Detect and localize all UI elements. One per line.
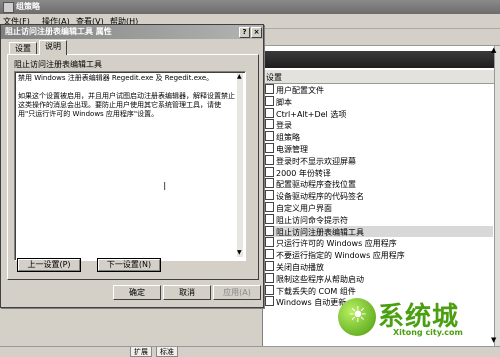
setting-item-icon: [265, 202, 274, 212]
apply-button[interactable]: 应用(A): [213, 285, 261, 300]
list-item-label: 阻止访问命令提示符: [276, 215, 348, 225]
setting-item-icon: [265, 190, 274, 201]
list-item[interactable]: 登录时不显示欢迎屏幕: [265, 154, 493, 166]
ok-button[interactable]: 确定: [113, 285, 161, 300]
list-item-label: 2000 年份转译: [276, 168, 331, 178]
setting-item-icon: [265, 143, 274, 153]
app-icon: [3, 2, 14, 13]
setting-item-icon: [265, 154, 274, 165]
list-item[interactable]: 组策略: [265, 131, 493, 142]
list-item-label: 下载丢失的 COM 组件: [276, 286, 356, 296]
scroll-up-icon[interactable]: ▲: [491, 46, 496, 54]
dialog-title: 阻止访问注册表编辑工具 属性: [5, 27, 112, 36]
watermark-url: Xitong city.com: [393, 328, 463, 337]
list-item[interactable]: 限制这些程序从帮助启动: [265, 272, 493, 284]
list-item[interactable]: 只运行许可的 Windows 应用程序: [265, 237, 493, 248]
list-item-label: 只运行许可的 Windows 应用程序: [276, 239, 397, 249]
close-icon[interactable]: ×: [251, 27, 262, 38]
watermark-logo-icon: ☀: [338, 298, 376, 336]
setting-item-icon: [265, 237, 274, 248]
tab-standard[interactable]: 标准: [156, 347, 178, 357]
cancel-button[interactable]: 取消: [163, 285, 211, 300]
tab-extended[interactable]: 扩展: [130, 347, 152, 357]
list-item[interactable]: 电源管理: [265, 143, 493, 154]
setting-item-icon: [265, 284, 274, 295]
list-item-label: 电源管理: [276, 145, 308, 154]
list-item-label: 组策略: [276, 133, 300, 143]
explain-text-box[interactable]: 禁用 Windows 注册表编辑器 Regedit.exe 及 Regedit.…: [14, 71, 246, 261]
list-item[interactable]: 配置驱动程序查找位置: [265, 178, 493, 189]
screen: 组策略 文件(F) 操作(A) 查看(V) 帮助(H) ◀ ▶ 设置 用户配置文…: [0, 0, 500, 357]
column-header-settings[interactable]: 设置: [263, 70, 495, 84]
setting-item-icon: [265, 213, 274, 224]
setting-item-icon: [265, 249, 274, 260]
list-item-label: 用户配置文件: [276, 86, 324, 95]
list-item[interactable]: 登录: [265, 119, 493, 130]
explain-tab-panel: 阻止访问注册表编辑工具 禁用 Windows 注册表编辑器 Regedit.ex…: [7, 54, 259, 280]
setting-item-icon: [265, 296, 274, 307]
list-item-label: 自定义用户界面: [276, 204, 332, 213]
vertical-scrollbar[interactable]: [494, 46, 500, 346]
policy-properties-dialog: 阻止访问注册表编辑工具 属性 ? × 设置 说明 阻止访问注册表编辑工具 禁用 …: [0, 24, 264, 308]
setting-item-icon: [265, 107, 274, 118]
pane-header-band: [263, 51, 495, 68]
main-window-title: 组策略: [16, 2, 40, 11]
list-item-label: Ctrl+Alt+Del 选项: [276, 109, 347, 119]
setting-item-icon: [265, 166, 274, 177]
list-item-label: 配置驱动程序查找位置: [276, 180, 356, 190]
list-item[interactable]: 下载丢失的 COM 组件: [265, 284, 493, 296]
main-title-bar: 组策略: [0, 0, 500, 14]
list-item[interactable]: 2000 年份转译: [265, 166, 493, 178]
list-item[interactable]: 不要运行指定的 Windows 应用程序: [265, 249, 493, 260]
explain-scroll-up-icon[interactable]: ▲: [237, 73, 242, 80]
list-item-label: 不要运行指定的 Windows 应用程序: [276, 251, 405, 261]
previous-setting-button[interactable]: 上一设置(P): [17, 258, 81, 272]
list-item-label: 关闭自动播放: [276, 263, 324, 272]
list-item-label: 限制这些程序从帮助启动: [276, 274, 364, 284]
setting-item-icon: [265, 225, 274, 236]
status-bar: 扩展 标准: [0, 346, 500, 357]
text-cursor-icon: I: [163, 180, 167, 193]
list-item-label: 脚本: [276, 97, 292, 107]
list-item[interactable]: 脚本: [265, 95, 493, 107]
list-item[interactable]: 自定义用户界面: [265, 202, 493, 213]
setting-item-icon: [265, 84, 274, 94]
list-item-label: 登录: [276, 121, 292, 131]
list-item-label: 设备驱动程序的代码签名: [276, 192, 364, 202]
setting-item-icon: [265, 272, 274, 283]
explain-scroll-down-icon[interactable]: ▼: [237, 249, 242, 256]
list-item[interactable]: 阻止访问命令提示符: [265, 213, 493, 225]
list-item[interactable]: 设备驱动程序的代码签名: [265, 190, 493, 201]
setting-item-icon: [265, 178, 274, 189]
scroll-down-icon[interactable]: ▼: [491, 336, 496, 344]
policy-name-label: 阻止访问注册表编辑工具: [14, 60, 102, 69]
list-item-label: 阻止访问注册表编辑工具: [276, 227, 364, 237]
explain-text: 禁用 Windows 注册表编辑器 Regedit.exe 及 Regedit.…: [18, 74, 235, 118]
help-icon[interactable]: ?: [239, 27, 250, 38]
setting-item-icon: [265, 131, 274, 142]
setting-item-icon: [265, 119, 274, 130]
list-item[interactable]: Ctrl+Alt+Del 选项: [265, 107, 493, 119]
tab-explain[interactable]: 说明: [39, 40, 67, 55]
list-item[interactable]: 阻止访问注册表编辑工具: [265, 225, 493, 237]
explain-scrollbar[interactable]: ▲ ▼: [237, 73, 243, 257]
dialog-title-bar: 阻止访问注册表编辑工具 属性 ? ×: [1, 25, 263, 39]
next-setting-button[interactable]: 下一设置(N): [97, 258, 161, 272]
list-item[interactable]: 用户配置文件: [265, 84, 493, 95]
list-item-label: Windows 自动更新: [276, 298, 347, 308]
list-item[interactable]: 关闭自动播放: [265, 261, 493, 272]
setting-item-icon: [265, 95, 274, 106]
setting-item-icon: [265, 261, 274, 271]
list-item-label: 登录时不显示欢迎屏幕: [276, 156, 356, 166]
